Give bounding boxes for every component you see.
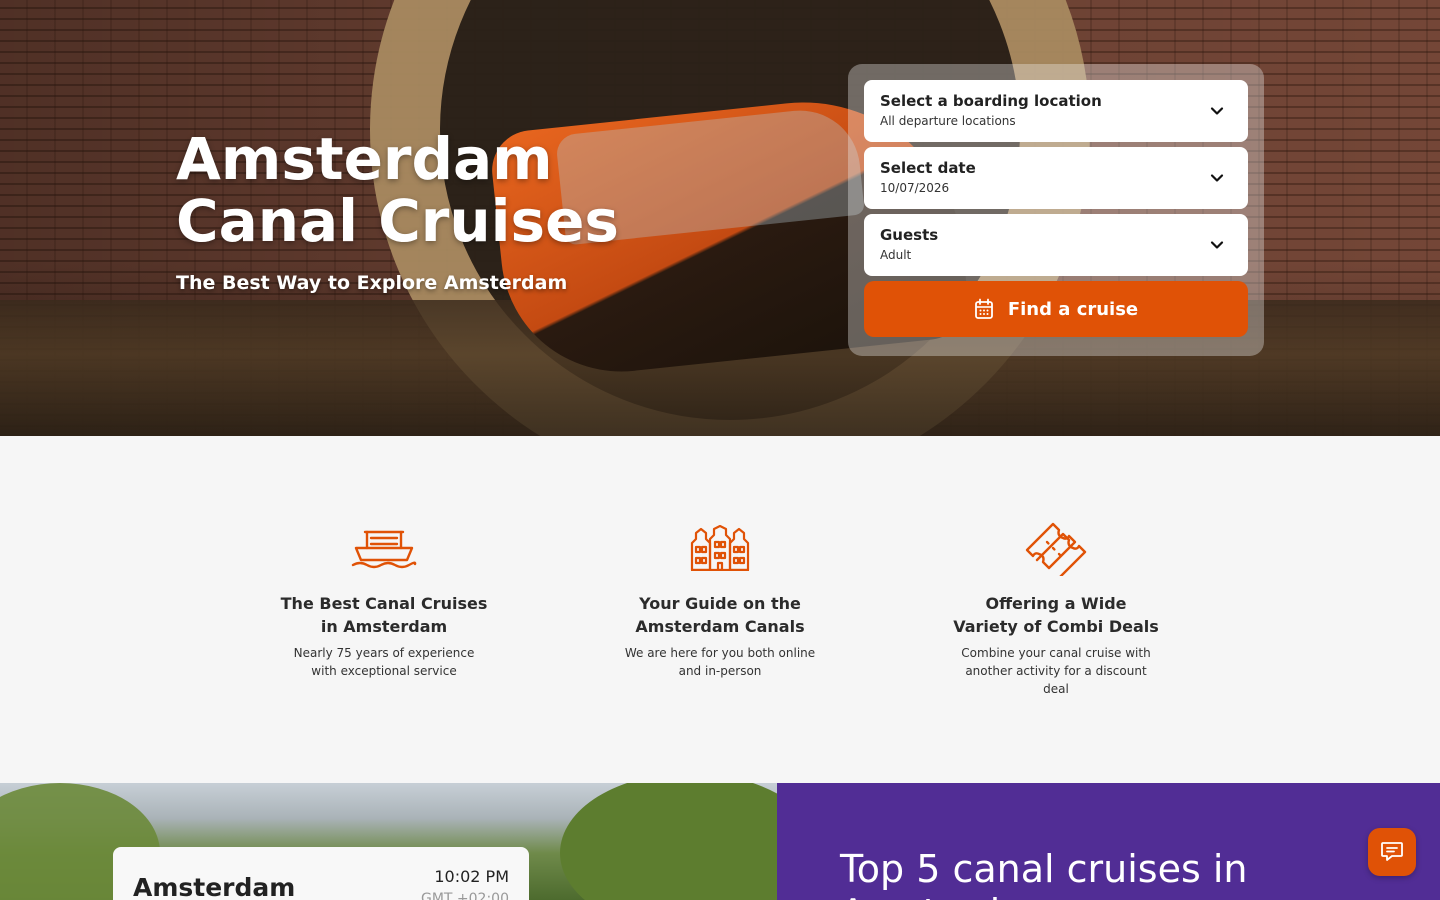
feature-description: We are here for you both online and in-pe… <box>624 646 816 678</box>
guests-value: Adult <box>880 248 912 262</box>
top-cruises-section: Top 5 canal cruises in Amsterdam <box>777 783 1440 900</box>
date-select[interactable]: Select date 10/07/2026 <box>864 147 1248 209</box>
boarding-location-label: Select a boarding location <box>880 92 1102 110</box>
hero-banner: Amsterdam Canal Cruises The Best Way to … <box>0 0 1440 436</box>
boarding-location-value: All departure locations <box>880 114 1016 128</box>
weather-section: Amsterdam 10:02 PM GMT +02:00 <box>0 783 777 900</box>
weather-city: Amsterdam <box>133 873 296 900</box>
chat-icon <box>1381 842 1403 861</box>
weather-timezone: GMT +02:00 <box>420 891 509 900</box>
chat-button[interactable] <box>1368 828 1416 876</box>
calendar-icon <box>974 298 993 319</box>
feature-combi-deals: Offering a Wide Variety of Combi Deals Co… <box>936 520 1176 698</box>
date-label: Select date <box>880 159 976 177</box>
feature-best-cruises: The Best Canal Cruises in Amsterdam Nearl… <box>264 520 504 680</box>
chevron-down-icon <box>1210 174 1224 182</box>
weather-time: 10:02 PM <box>434 867 509 886</box>
page-subtitle: The Best Way to Explore Amsterdam <box>176 272 568 294</box>
trees-image <box>560 783 777 900</box>
feature-guide: Your Guide on the Amsterdam Canals We are… <box>600 520 840 680</box>
top-cruises-heading: Top 5 canal cruises in Amsterdam <box>840 847 1248 900</box>
guests-select[interactable]: Guests Adult <box>864 214 1248 276</box>
tickets-icon <box>1025 522 1087 576</box>
boat-icon <box>351 530 417 569</box>
page-title: Amsterdam Canal Cruises <box>176 125 619 255</box>
feature-title: Offering a Wide Variety of Combi Deals <box>953 594 1159 636</box>
cruise-search-panel: Select a boarding location All departure… <box>848 64 1264 356</box>
features-section: The Best Canal Cruises in Amsterdam Nearl… <box>0 436 1440 783</box>
canal-houses-icon <box>690 525 750 571</box>
find-cruise-label: Find a cruise <box>1007 298 1139 320</box>
feature-title: Your Guide on the Amsterdam Canals <box>635 594 805 636</box>
feature-description: Combine your canal cruise with another ac… <box>961 646 1151 696</box>
hero-text: Amsterdam Canal Cruises The Best Way to … <box>176 128 636 294</box>
boarding-location-select[interactable]: Select a boarding location All departure… <box>864 80 1248 142</box>
find-cruise-button[interactable]: Find a cruise <box>864 281 1248 337</box>
chevron-down-icon <box>1210 107 1224 115</box>
guests-label: Guests <box>880 226 939 244</box>
feature-title: The Best Canal Cruises in Amsterdam <box>280 594 488 636</box>
feature-description: Nearly 75 years of experience with except… <box>293 646 475 678</box>
weather-card: Amsterdam 10:02 PM GMT +02:00 <box>113 847 529 900</box>
chevron-down-icon <box>1210 241 1224 249</box>
date-value: 10/07/2026 <box>880 181 950 195</box>
